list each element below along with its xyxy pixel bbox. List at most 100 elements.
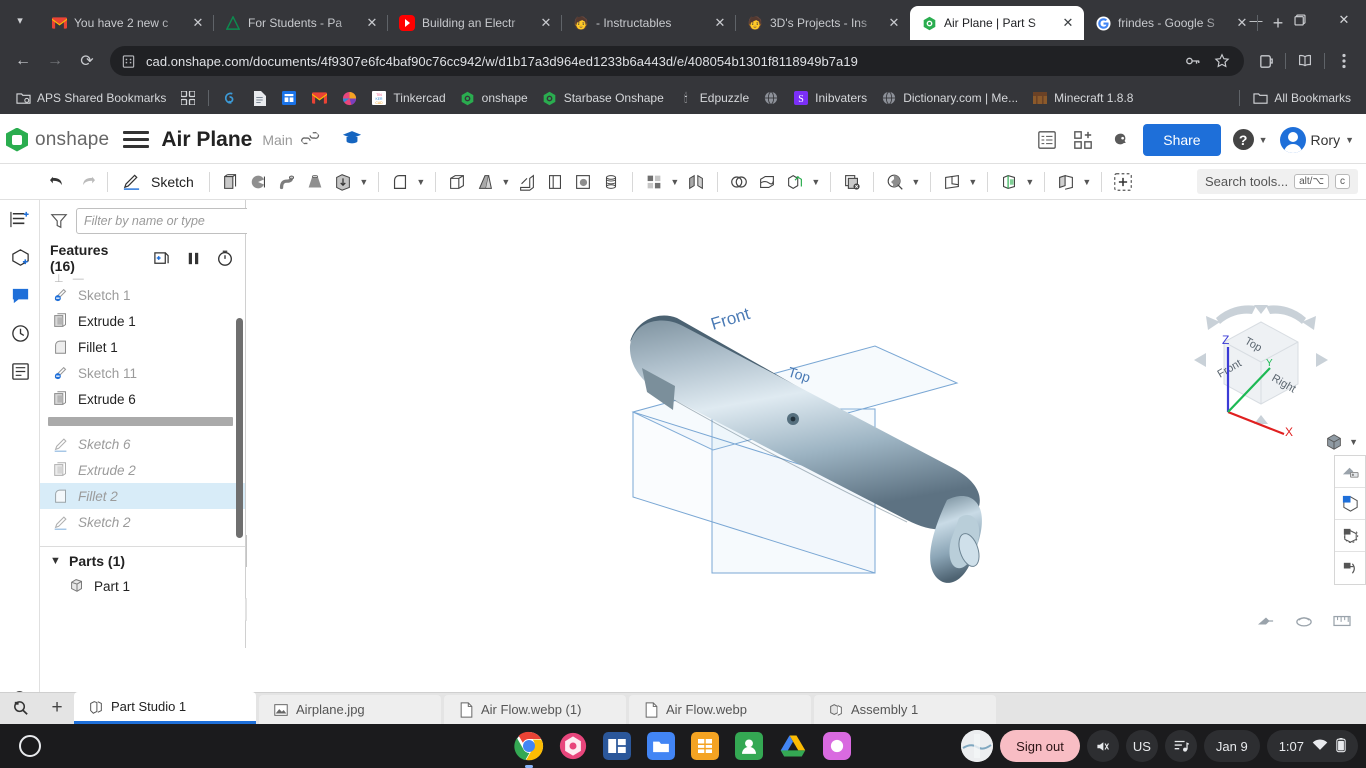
address-bar[interactable]: cad.onshape.com/documents/4f9307e6fc4baf…	[110, 46, 1244, 76]
coil-button[interactable]	[597, 168, 625, 196]
add-instance-icon[interactable]	[0, 238, 40, 276]
bookmark-item[interactable]	[244, 87, 274, 109]
browser-tab[interactable]: Building an Electr ✕	[388, 6, 562, 40]
bookmark-item[interactable]	[756, 87, 786, 109]
forward-button[interactable]: →	[40, 46, 70, 76]
extrude-button[interactable]	[217, 168, 245, 196]
close-button[interactable]: ✕	[1322, 4, 1366, 36]
close-icon[interactable]: ✕	[1234, 15, 1250, 31]
chevron-down-icon[interactable]: ▼	[809, 169, 823, 195]
search-tools-button[interactable]: Search tools... alt/⌥ c	[1197, 169, 1358, 194]
chevron-down-icon[interactable]: ▼	[966, 169, 980, 195]
user-menu[interactable]: Rory ▼	[1279, 126, 1354, 153]
contacts-icon[interactable]	[734, 731, 764, 761]
workspace-name[interactable]: Main	[262, 132, 292, 148]
browser-tab[interactable]: For Students - Pa ✕	[214, 6, 388, 40]
revolve-button[interactable]	[245, 168, 273, 196]
add-app-icon[interactable]	[1071, 128, 1095, 152]
help-menu[interactable]: ? ▼	[1232, 129, 1268, 150]
chevron-down-icon[interactable]: ▼	[1080, 169, 1094, 195]
chevron-down-icon[interactable]: ▼	[909, 169, 923, 195]
measure-icon[interactable]	[1332, 613, 1352, 632]
chrome-menu-icon[interactable]	[1330, 47, 1358, 75]
close-icon[interactable]: ✕	[364, 15, 380, 31]
sweep-button[interactable]	[273, 168, 301, 196]
explode-section-icon[interactable]	[1335, 552, 1365, 584]
bookmark-star-icon[interactable]	[1212, 51, 1232, 71]
boolean-button[interactable]	[725, 168, 753, 196]
loft-button[interactable]	[301, 168, 329, 196]
view-cube[interactable]: Top Front Right Z X Y	[1186, 300, 1336, 440]
section-view-icon[interactable]	[1335, 488, 1365, 520]
onshape-icon[interactable]	[558, 731, 588, 761]
filter-icon[interactable]	[50, 212, 68, 230]
bookmark-item[interactable]	[173, 87, 203, 109]
element-tab[interactable]: Assembly 1	[814, 695, 996, 724]
browser-tab[interactable]: 🧑 3D's Projects - Ins ✕	[736, 6, 910, 40]
bookmark-item[interactable]: Starbase Onshape	[535, 87, 671, 109]
shell-button[interactable]	[443, 168, 471, 196]
close-icon[interactable]: ✕	[712, 15, 728, 31]
new-folder-icon[interactable]	[151, 248, 171, 268]
feature-item[interactable]: Extrude 2	[40, 457, 245, 483]
share-button[interactable]: Share	[1143, 123, 1221, 156]
files-icon[interactable]	[646, 731, 676, 761]
document-title[interactable]: Air Plane	[161, 128, 252, 152]
maximize-button[interactable]	[1278, 4, 1322, 36]
launcher-icon[interactable]	[8, 735, 52, 757]
sheet-metal-button[interactable]	[1052, 168, 1080, 196]
mirror-button[interactable]	[682, 168, 710, 196]
feature-item-selected[interactable]: Fillet 2	[40, 483, 245, 509]
feature-item[interactable]: Sketch 11	[40, 360, 245, 386]
chevron-down-icon[interactable]: ▼	[1023, 169, 1037, 195]
browser-tab-active[interactable]: Air Plane | Part S ✕	[910, 6, 1084, 40]
feature-item[interactable]: Extrude 1	[40, 308, 245, 334]
feature-item[interactable]: Sketch 6	[40, 431, 245, 457]
feature-item[interactable]: Extrude 6	[40, 386, 245, 412]
learning-center-icon[interactable]	[342, 129, 362, 151]
volume-mute-icon[interactable]	[1086, 730, 1119, 762]
tab-search-button[interactable]: ▾	[0, 0, 40, 40]
profile-thumbnail[interactable]	[961, 730, 994, 762]
sketch-button[interactable]: Sketch	[115, 168, 202, 196]
close-icon[interactable]: ✕	[1060, 15, 1076, 31]
rotate-section-icon[interactable]	[1335, 520, 1365, 552]
draft-button[interactable]	[471, 168, 499, 196]
part-item[interactable]: Part 1	[40, 573, 245, 597]
main-menu-button[interactable]	[123, 131, 150, 148]
reading-list-icon[interactable]	[1291, 47, 1319, 75]
element-tab[interactable]: Part Studio 1	[74, 692, 256, 724]
element-tab[interactable]: Airplane.jpg	[259, 695, 441, 724]
pause-icon[interactable]	[183, 248, 203, 268]
comments-icon[interactable]	[0, 276, 40, 314]
close-icon[interactable]: ✕	[538, 15, 554, 31]
add-custom-feature-button[interactable]	[1109, 168, 1137, 196]
fillet-button[interactable]	[386, 168, 414, 196]
bookmark-item[interactable]	[304, 87, 334, 109]
close-icon[interactable]: ✕	[190, 15, 206, 31]
split-button[interactable]	[753, 168, 781, 196]
view-style-dropdown[interactable]: ▼	[1324, 432, 1358, 452]
photos-icon[interactable]	[822, 731, 852, 761]
drive-icon[interactable]	[778, 731, 808, 761]
rib-button[interactable]	[513, 168, 541, 196]
parts-header-row[interactable]: ▼ Parts (1)	[40, 547, 245, 573]
media-icon[interactable]	[1164, 730, 1197, 762]
browser-tab[interactable]: You have 2 new c ✕	[40, 6, 214, 40]
undo-button[interactable]	[44, 168, 72, 196]
reload-button[interactable]: ⟳	[72, 46, 102, 76]
filter-input[interactable]	[76, 208, 255, 234]
feature-item[interactable]: Extrude 3	[40, 535, 245, 540]
link-icon[interactable]	[298, 126, 325, 153]
add-element-button[interactable]: +	[40, 692, 74, 724]
chevron-down-icon[interactable]: ▼	[1349, 437, 1358, 447]
bookmark-item[interactable]	[214, 87, 244, 109]
close-icon[interactable]: ✕	[886, 15, 902, 31]
bookmark-item[interactable]: Minecraft 1.8.8	[1025, 87, 1140, 109]
zoom-region-icon[interactable]	[1294, 613, 1314, 632]
chevron-down-icon[interactable]: ▼	[50, 555, 62, 567]
bookmark-item[interactable]: onshape	[453, 87, 535, 109]
status-area[interactable]: 1:07	[1266, 730, 1358, 762]
sign-out-button[interactable]: Sign out	[1000, 730, 1080, 762]
bookmark-item[interactable]: Dictionary.com | Me...	[874, 87, 1025, 109]
